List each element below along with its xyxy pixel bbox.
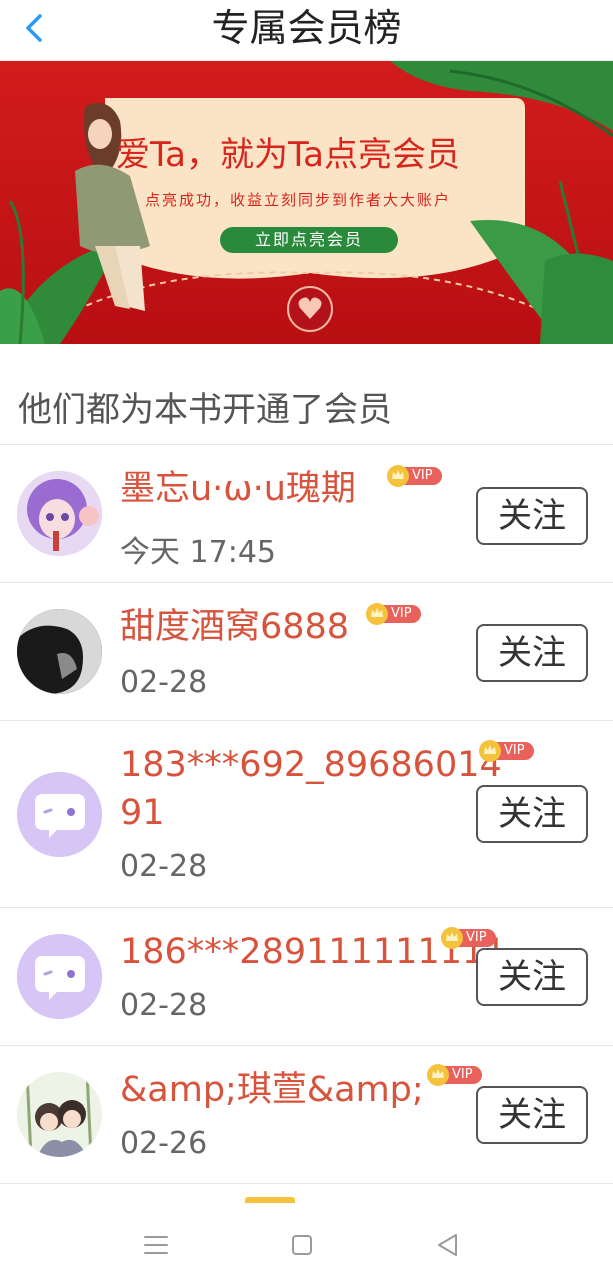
member-avatar[interactable] xyxy=(17,1072,102,1157)
vip-label: VIP xyxy=(466,930,487,945)
member-date: 02-28 xyxy=(120,665,208,700)
back-icon[interactable] xyxy=(428,1225,468,1265)
illustrated-avatar-icon xyxy=(17,1072,102,1157)
default-chat-avatar-icon xyxy=(17,772,102,857)
menu-icon[interactable] xyxy=(136,1225,176,1265)
vip-label: VIP xyxy=(412,468,433,483)
top-bar: 专属会员榜 xyxy=(0,0,613,61)
member-row[interactable]: 183***692_89686014 91 VIP 02-28 关注 xyxy=(0,721,613,908)
vip-badge: VIP xyxy=(478,739,534,763)
member-name[interactable]: 甜度酒窝6888 xyxy=(120,605,349,649)
member-avatar[interactable] xyxy=(17,471,102,556)
member-name-continued[interactable]: 91 xyxy=(120,791,165,835)
member-row[interactable]: &amp;琪萱&amp; VIP 02-26 关注 xyxy=(0,1046,613,1184)
vip-label: VIP xyxy=(452,1067,473,1082)
vip-badge: VIP xyxy=(386,464,442,488)
default-chat-avatar-icon xyxy=(17,934,102,1019)
member-name[interactable]: &amp;琪萱&amp; xyxy=(120,1068,424,1112)
vip-label: VIP xyxy=(504,743,525,758)
section-title: 他们都为本书开通了会员 xyxy=(18,390,392,430)
vip-badge: VIP xyxy=(365,602,421,626)
member-date: 02-28 xyxy=(120,988,208,1023)
anime-avatar-icon xyxy=(17,471,102,556)
member-name[interactable]: 183***692_89686014 xyxy=(120,743,502,787)
member-avatar[interactable] xyxy=(17,772,102,857)
system-navigation-bar xyxy=(0,1203,613,1280)
member-date: 02-28 xyxy=(120,849,208,884)
member-date: 今天 17:45 xyxy=(120,535,276,570)
banner-subline: 点亮成功，收益立刻同步到作者大大账户 xyxy=(145,191,452,209)
follow-button[interactable]: 关注 xyxy=(476,785,588,843)
member-row[interactable]: 甜度酒窝6888 VIP 02-28 关注 xyxy=(0,583,613,721)
banner-cta-button[interactable]: 立即点亮会员 xyxy=(220,227,398,253)
vip-badge: VIP xyxy=(426,1063,482,1087)
photo-avatar-icon xyxy=(17,609,102,694)
vip-label: VIP xyxy=(391,606,412,621)
follow-button[interactable]: 关注 xyxy=(476,624,588,682)
member-date: 02-26 xyxy=(120,1126,208,1161)
follow-button[interactable]: 关注 xyxy=(476,1086,588,1144)
follow-button[interactable]: 关注 xyxy=(476,487,588,545)
vip-promo-banner[interactable]: 爱Ta，就为Ta点亮会员 点亮成功，收益立刻同步到作者大大账户 立即点亮会员 xyxy=(0,61,613,344)
member-row[interactable]: 186***289111111111 VIP 02-28 关注 xyxy=(0,908,613,1046)
section-header: 他们都为本书开通了会员 xyxy=(0,344,613,445)
member-avatar[interactable] xyxy=(17,609,102,694)
home-icon[interactable] xyxy=(282,1225,322,1265)
page-title: 专属会员榜 xyxy=(211,6,402,50)
member-avatar[interactable] xyxy=(17,934,102,1019)
banner-headline: 爱Ta，就为Ta点亮会员 xyxy=(116,135,460,175)
follow-button[interactable]: 关注 xyxy=(476,948,588,1006)
vip-badge: VIP xyxy=(440,926,496,950)
member-name[interactable]: 墨忘u·ω·u瑰期 xyxy=(120,467,356,511)
member-row[interactable]: 墨忘u·ω·u瑰期 VIP 今天 17:45 关注 xyxy=(0,445,613,583)
